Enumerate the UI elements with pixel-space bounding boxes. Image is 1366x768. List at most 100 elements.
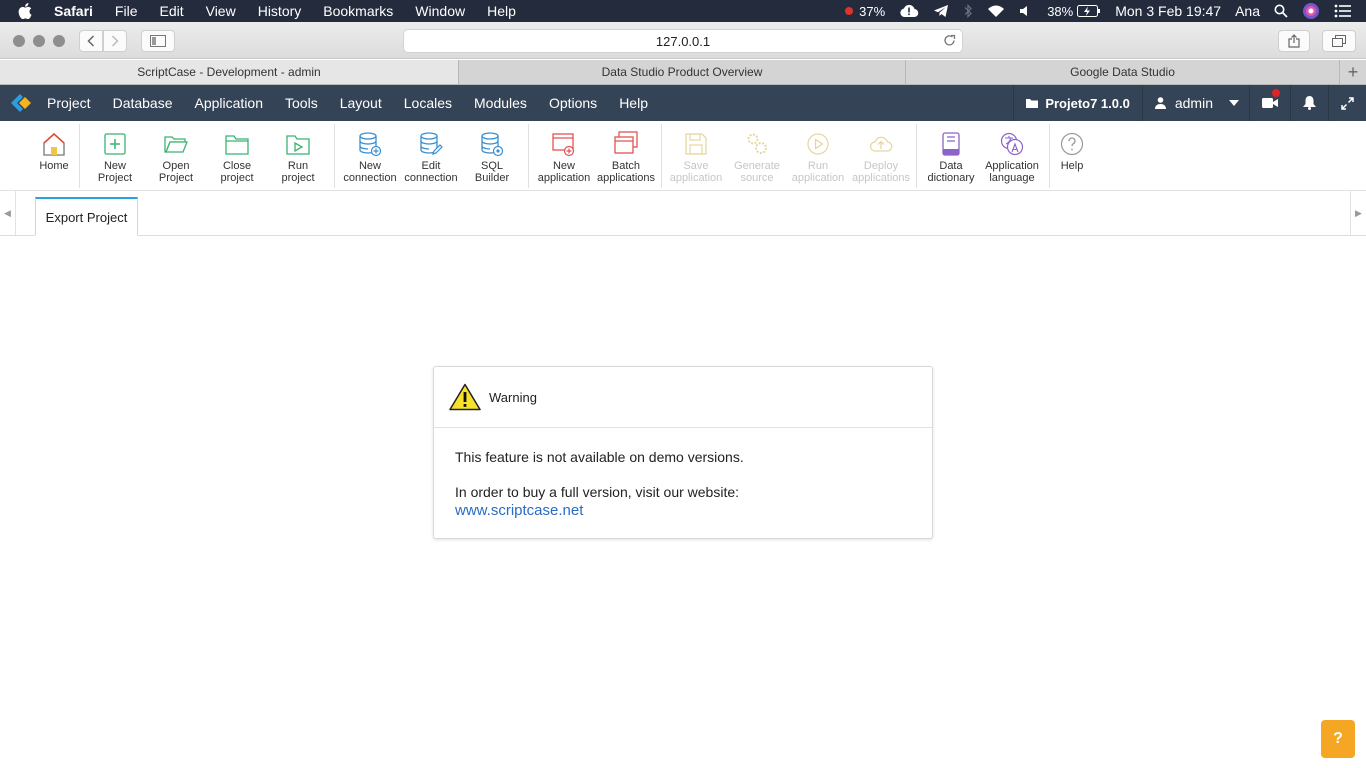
browser-tab-google-data-studio[interactable]: Google Data Studio	[906, 60, 1340, 84]
gears-icon	[747, 133, 767, 154]
scriptcase-logo[interactable]	[4, 85, 38, 121]
menu-history[interactable]: History	[258, 0, 302, 22]
record-dot-icon	[845, 7, 854, 15]
close-project-label-2: project	[220, 172, 254, 184]
help-button[interactable]: Help	[1042, 129, 1102, 172]
safari-toolbar: 127.0.0.1	[0, 22, 1366, 59]
database-add-icon	[359, 132, 382, 157]
floating-help-button[interactable]: ?	[1321, 720, 1355, 758]
wifi-icon[interactable]	[987, 4, 1005, 18]
folder-icon	[1026, 99, 1039, 108]
application-language-label-1: Application	[985, 160, 1039, 172]
help-question-icon	[1060, 132, 1084, 156]
user-menu[interactable]: admin	[1141, 85, 1249, 121]
expand-icon	[1341, 96, 1354, 110]
close-project-button[interactable]: Close project	[207, 129, 267, 184]
generate-source-label-2: source	[740, 172, 774, 184]
notification-center-icon[interactable]	[1334, 4, 1352, 18]
new-application-button[interactable]: New application	[534, 129, 594, 184]
edit-connection-button[interactable]: Edit connection	[401, 129, 461, 184]
menu-file[interactable]: File	[115, 0, 138, 22]
reload-icon[interactable]	[943, 34, 956, 50]
address-bar[interactable]: 127.0.0.1	[403, 29, 963, 53]
scroll-tabs-right-button[interactable]: ▶	[1350, 191, 1366, 235]
bluetooth-icon[interactable]	[963, 4, 973, 18]
window-minimize-button[interactable]	[33, 35, 45, 47]
nav-tools[interactable]: Tools	[285, 95, 318, 111]
new-connection-button[interactable]: New connection	[340, 129, 400, 184]
nav-application[interactable]: Application	[195, 95, 264, 111]
clock[interactable]: Mon 3 Feb 19:47	[1115, 3, 1221, 19]
home-label: Home	[39, 160, 69, 172]
siri-icon[interactable]	[1302, 2, 1320, 20]
video-call-button[interactable]	[1249, 85, 1290, 121]
application-language-label-2: language	[989, 172, 1035, 184]
new-tab-button[interactable]: +	[1340, 60, 1366, 84]
question-mark-icon: ?	[1333, 730, 1343, 747]
nav-options[interactable]: Options	[549, 95, 597, 111]
current-project-selector[interactable]: Projeto7 1.0.0	[1013, 85, 1142, 121]
new-project-icon	[104, 133, 126, 155]
volume-icon[interactable]	[1019, 4, 1033, 18]
application-language-button[interactable]: Application language	[982, 129, 1042, 184]
user-name[interactable]: Ana	[1235, 3, 1260, 19]
menu-edit[interactable]: Edit	[159, 0, 183, 22]
deploy-applications-button[interactable]: Deploy applications	[850, 129, 912, 184]
sql-builder-label-2: Builder	[474, 172, 510, 184]
nav-database[interactable]: Database	[113, 95, 173, 111]
battery-icon[interactable]	[1077, 5, 1101, 17]
sidebar-toggle-button[interactable]	[141, 30, 175, 52]
back-button[interactable]	[79, 30, 103, 52]
window-close-button[interactable]	[13, 35, 25, 47]
warning-message: This feature is not available on demo ve…	[455, 449, 744, 465]
nav-help[interactable]: Help	[619, 95, 648, 111]
tab-overview-button[interactable]	[1322, 30, 1356, 52]
cloud-alert-icon[interactable]	[899, 4, 919, 18]
run-application-button[interactable]: Run application	[788, 129, 848, 184]
scriptcase-website-link[interactable]: www.scriptcase.net	[455, 502, 583, 519]
forward-button[interactable]	[103, 30, 127, 52]
new-application-label-1: New	[552, 160, 575, 172]
home-button[interactable]: Home	[24, 129, 84, 172]
apple-icon[interactable]	[18, 0, 40, 22]
scroll-tabs-left-button[interactable]: ◀	[0, 191, 16, 235]
warning-dialog-title: Warning	[489, 389, 537, 405]
generate-source-button[interactable]: Generate source	[727, 129, 787, 184]
workspace-tab-bar: ◀ Export Project ▶	[0, 191, 1366, 236]
url-text: 127.0.0.1	[655, 33, 711, 49]
nav-locales[interactable]: Locales	[404, 95, 452, 111]
user-name-label: admin	[1174, 95, 1213, 111]
fullscreen-button[interactable]	[1328, 85, 1366, 121]
browser-tab-scriptcase[interactable]: ScriptCase - Development - admin	[0, 60, 459, 84]
share-button[interactable]	[1278, 30, 1310, 52]
nav-modules[interactable]: Modules	[474, 95, 527, 111]
notification-dot-icon	[1272, 89, 1280, 97]
run-project-button[interactable]: Run project	[268, 129, 328, 184]
menu-view[interactable]: View	[206, 0, 236, 22]
batch-applications-button[interactable]: Batch applications	[595, 129, 657, 184]
nav-layout[interactable]: Layout	[340, 95, 382, 111]
window-zoom-button[interactable]	[53, 35, 65, 47]
menu-help[interactable]: Help	[487, 0, 516, 22]
toolbar-divider	[528, 124, 529, 188]
sql-builder-button[interactable]: SQL Builder	[462, 129, 522, 184]
open-project-button[interactable]: Open Project	[146, 129, 206, 184]
data-dictionary-button[interactable]: Data dictionary	[921, 129, 981, 184]
translate-icon	[1000, 132, 1024, 156]
cpu-percent: 37%	[859, 3, 886, 19]
telegram-icon[interactable]	[933, 4, 949, 18]
help-label: Help	[1060, 160, 1084, 172]
nav-project[interactable]: Project	[47, 95, 91, 111]
tab-export-project[interactable]: Export Project	[35, 197, 138, 236]
data-dictionary-label-1: Data	[939, 160, 963, 172]
browser-tab-data-studio-overview[interactable]: Data Studio Product Overview	[459, 60, 906, 84]
new-project-button[interactable]: New Project	[85, 129, 145, 184]
menu-bookmarks[interactable]: Bookmarks	[323, 0, 393, 22]
notifications-button[interactable]	[1290, 85, 1328, 121]
database-edit-icon	[420, 132, 443, 155]
save-application-button[interactable]: Save application	[666, 129, 726, 184]
spotlight-search-icon[interactable]	[1274, 4, 1288, 18]
run-project-label-2: project	[281, 172, 315, 184]
app-menu-safari[interactable]: Safari	[54, 0, 93, 22]
menu-window[interactable]: Window	[415, 0, 465, 22]
